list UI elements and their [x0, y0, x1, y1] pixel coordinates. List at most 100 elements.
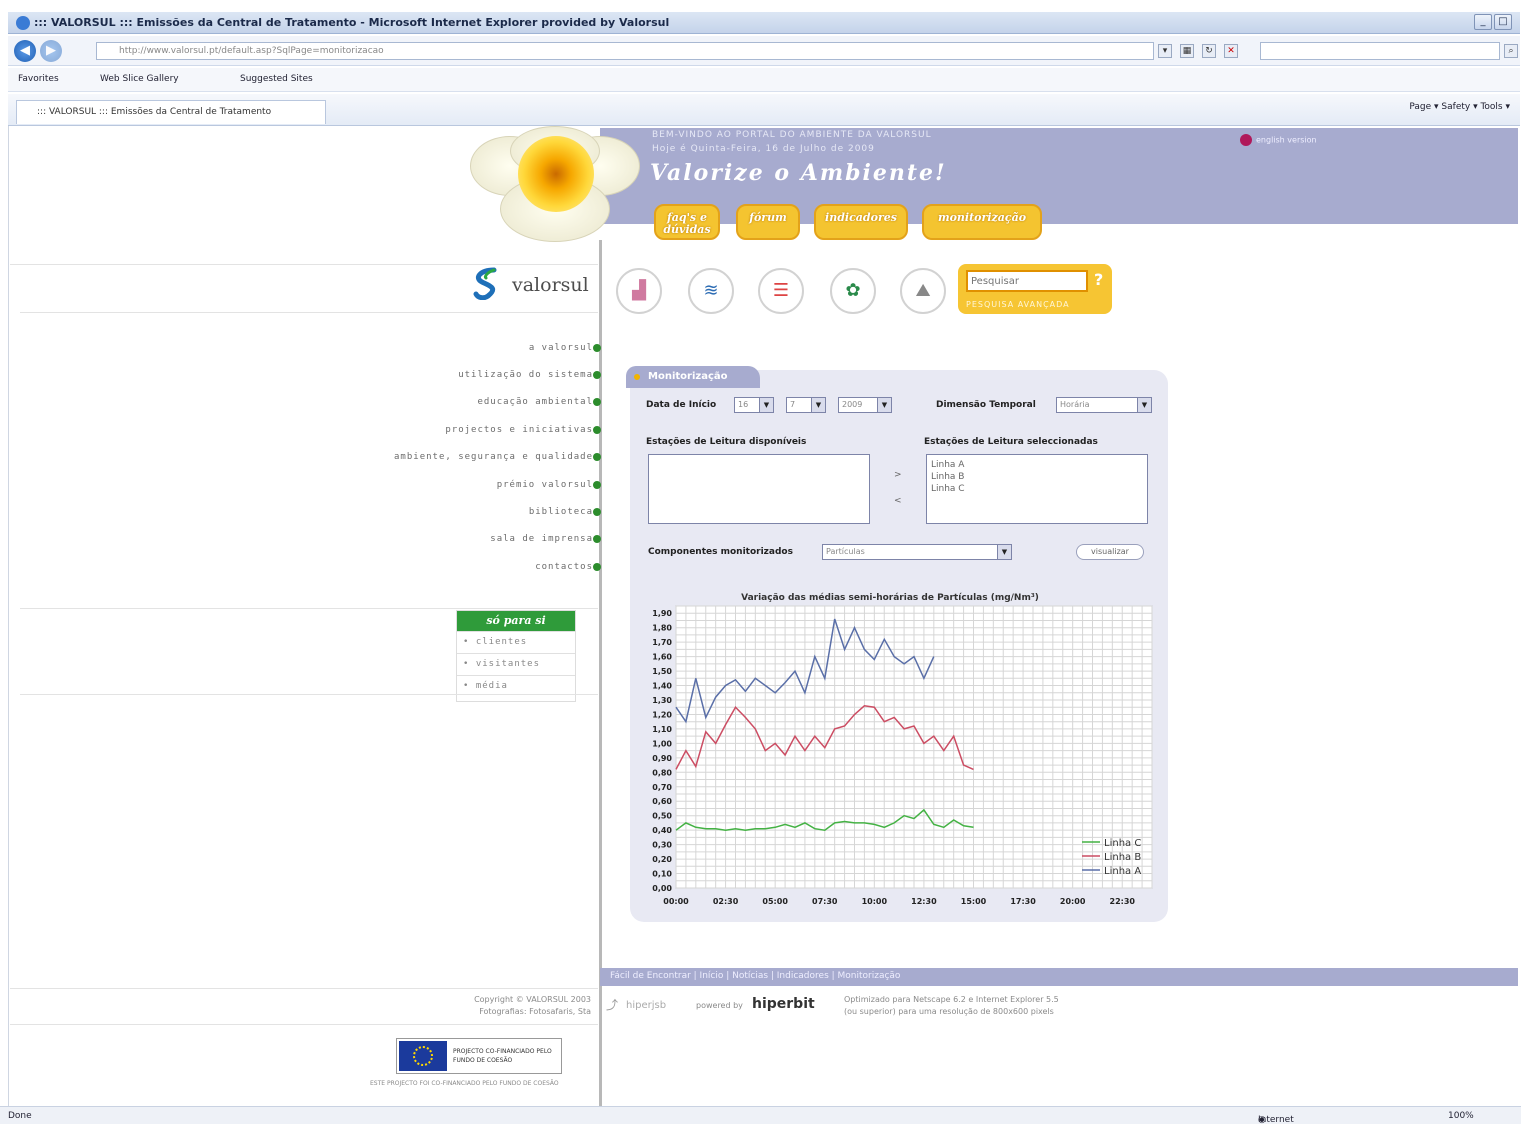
- list-item[interactable]: Linha B: [927, 471, 1147, 483]
- valorsul-logo[interactable]: valorsul: [470, 266, 595, 306]
- compat-view-icon[interactable]: ▦: [1180, 44, 1194, 58]
- legend-label: Linha B: [1104, 852, 1141, 863]
- stack-icon[interactable]: ☰: [758, 268, 804, 314]
- menu-bullet-icon: [593, 426, 601, 434]
- y-tick-label: 0,50: [652, 812, 672, 821]
- day-select[interactable]: 16 ▼: [734, 397, 774, 413]
- nav-indicadores[interactable]: indicadores: [814, 204, 908, 240]
- y-tick-label: 1,00: [652, 739, 672, 748]
- nav-monitorizacao[interactable]: monitorização: [922, 204, 1042, 240]
- window-title: ::: VALORSUL ::: Emissões da Central de …: [34, 16, 670, 29]
- chevron-down-icon: ▼: [997, 545, 1011, 559]
- landscape-icon[interactable]: ⛰: [900, 268, 946, 314]
- hiperjsb-icon: ⤴: [606, 998, 619, 1012]
- month-select[interactable]: 7 ▼: [786, 397, 826, 413]
- url-input[interactable]: http://www.valorsul.pt/default.asp?SqlPa…: [96, 42, 1154, 60]
- year-select[interactable]: 2009 ▼: [838, 397, 892, 413]
- fav-link-web-slice[interactable]: Web Slice Gallery: [100, 74, 179, 84]
- forward-arrow-icon[interactable]: ▶: [40, 40, 62, 62]
- y-tick-label: 1,30: [652, 696, 672, 705]
- footer-nav-links[interactable]: Fácil de Encontrar | Início | Notícias |…: [610, 971, 900, 981]
- search-icon[interactable]: ⌕: [1504, 44, 1518, 58]
- y-tick-label: 1,90: [652, 609, 672, 618]
- chevron-down-icon: ▼: [877, 398, 891, 412]
- menu-item-ambiente[interactable]: ambiente, segurança e qualidade: [394, 452, 593, 462]
- menu-bullet-icon: [593, 344, 601, 352]
- menu-item-projectos[interactable]: projectos e iniciativas: [445, 425, 593, 435]
- menu-item-biblioteca[interactable]: biblioteca: [529, 507, 593, 517]
- x-tick-label: 15:00: [961, 897, 987, 906]
- advanced-search-link[interactable]: PESQUISA AVANÇADA: [966, 300, 1070, 309]
- menu-item-imprensa[interactable]: sala de imprensa: [490, 534, 593, 544]
- browser-tab[interactable]: ::: VALORSUL ::: Emissões da Central de …: [16, 100, 326, 124]
- available-stations-list[interactable]: [648, 454, 870, 524]
- list-item[interactable]: Linha A: [927, 459, 1147, 471]
- favorites-button[interactable]: Favorites: [18, 74, 59, 84]
- y-tick-label: 0,00: [652, 884, 672, 893]
- eco-icon[interactable]: ≋: [688, 268, 734, 314]
- y-tick-label: 0,90: [652, 754, 672, 763]
- divider: [20, 312, 598, 313]
- hiperjsb-text: hiperjsb: [626, 1000, 667, 1011]
- browser-title-bar: ::: VALORSUL ::: Emissões da Central de …: [8, 12, 1520, 34]
- fav-link-suggested[interactable]: Suggested Sites: [240, 74, 313, 84]
- stop-icon[interactable]: ✕: [1224, 44, 1238, 58]
- menu-item-sistema[interactable]: utilização do sistema: [458, 370, 593, 380]
- minimize-button[interactable]: _: [1474, 14, 1492, 30]
- hiperbit-logo[interactable]: hiperbit: [752, 996, 815, 1012]
- footer-nav-bar: Fácil de Encontrar | Início | Notícias |…: [600, 968, 1518, 986]
- photos-credit: Fotografias: Fotosafaris, Sta: [479, 1007, 591, 1016]
- status-bar: Done ◉ Internet 100%: [0, 1106, 1521, 1124]
- link-clientes[interactable]: • clientes: [457, 631, 575, 653]
- site-search-input[interactable]: [966, 270, 1088, 292]
- command-bar[interactable]: Page ▾ Safety ▾ Tools ▾: [1409, 102, 1510, 112]
- zoom-level[interactable]: 100%: [1448, 1111, 1474, 1121]
- selected-stations-label: Estações de Leitura seleccionadas: [924, 437, 1098, 447]
- menu-item-contactos[interactable]: contactos: [535, 562, 593, 572]
- divider: [20, 694, 598, 695]
- browser-search-input[interactable]: [1260, 42, 1500, 60]
- optimized-text-2: (ou superior) para uma resolução de 800x…: [844, 1007, 1054, 1016]
- add-station-button[interactable]: >: [894, 470, 902, 480]
- chevron-down-icon: ▼: [811, 398, 825, 412]
- eu-caption: ESTE PROJECTO FOI CO-FINANCIADO PELO FUN…: [370, 1080, 559, 1087]
- menu-item-valorsul[interactable]: a valorsul: [529, 343, 593, 353]
- recycle-icon[interactable]: ✿: [830, 268, 876, 314]
- selected-stations-list[interactable]: Linha A Linha B Linha C: [926, 454, 1148, 524]
- language-link[interactable]: english version: [1240, 134, 1317, 146]
- valorsul-swirl-icon: [473, 267, 497, 300]
- menu-item-educacao[interactable]: educação ambiental: [477, 397, 593, 407]
- nav-forum[interactable]: fórum: [736, 204, 800, 240]
- eu-flag-icon: [399, 1041, 447, 1071]
- logo-text: valorsul: [512, 274, 589, 296]
- refresh-icon[interactable]: ↻: [1202, 44, 1216, 58]
- legend-label: Linha A: [1104, 866, 1141, 877]
- ie-logo-icon: [16, 16, 30, 30]
- year-value: 2009: [842, 400, 863, 409]
- maximize-button[interactable]: □: [1494, 14, 1512, 30]
- dropdown-icon[interactable]: ▾: [1158, 44, 1172, 58]
- back-arrow-icon[interactable]: ◀: [14, 40, 36, 62]
- x-tick-label: 20:00: [1060, 897, 1086, 906]
- language-label: english version: [1256, 135, 1317, 145]
- temporal-select[interactable]: Horária ▼: [1056, 397, 1152, 413]
- y-tick-label: 0,30: [652, 841, 672, 850]
- x-tick-label: 00:00: [663, 897, 689, 906]
- tab-bar: ::: VALORSUL ::: Emissões da Central de …: [8, 94, 1520, 126]
- remove-station-button[interactable]: <: [894, 496, 902, 506]
- component-label: Componentes monitorizados: [648, 547, 793, 557]
- visualizar-button[interactable]: visualizar: [1076, 544, 1144, 560]
- menu-item-premio[interactable]: prémio valorsul: [497, 480, 593, 490]
- component-select[interactable]: Partículas ▼: [822, 544, 1012, 560]
- start-date-label: Data de Início: [646, 400, 717, 410]
- day-value: 16: [738, 400, 749, 409]
- chart-svg: Variação das médias semi-horárias de Par…: [652, 592, 1153, 906]
- link-visitantes[interactable]: • visitantes: [457, 653, 575, 675]
- chart-icon[interactable]: ▟: [616, 268, 662, 314]
- search-go-icon[interactable]: ?: [1094, 270, 1103, 289]
- favorites-bar: Favorites Web Slice Gallery Suggested Si…: [8, 68, 1520, 92]
- list-item[interactable]: Linha C: [927, 483, 1147, 495]
- nav-faq[interactable]: faq's e dúvidas: [654, 204, 720, 240]
- menu-bullet-icon: [593, 453, 601, 461]
- x-tick-label: 07:30: [812, 897, 838, 906]
